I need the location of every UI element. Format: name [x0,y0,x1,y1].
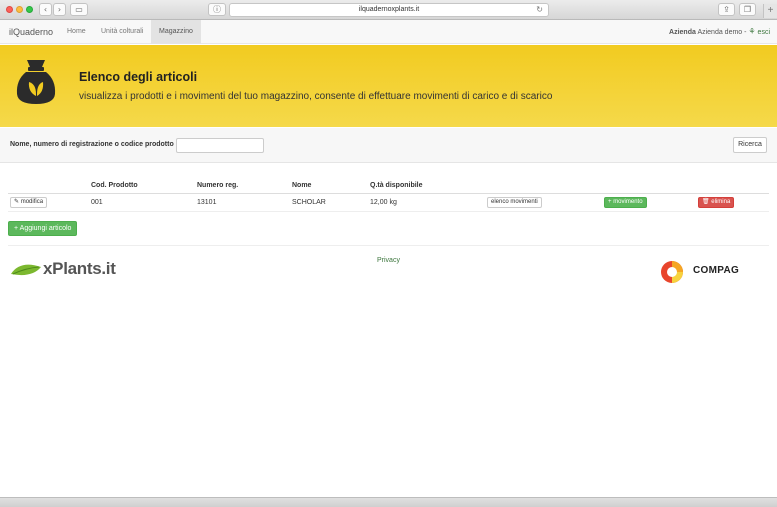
edit-button[interactable]: ✎ modifica [10,197,48,208]
sidebar-toggle-button[interactable]: ▭ [70,3,88,16]
brand[interactable]: ilQuaderno [9,20,53,44]
logout-icon[interactable]: ⚘ [748,27,755,36]
chevron-left-icon: ‹ [43,5,48,14]
privacy-link[interactable]: Privacy [377,257,400,264]
tabs-icon: ❐ [743,5,752,14]
trash-icon: 🗑 [702,199,710,205]
nav-magazzino[interactable]: Magazzino [151,20,201,44]
nav-unita-colturali[interactable]: Unità colturali [93,20,151,44]
url-text: ilquadernoxplants.it [358,6,420,13]
column-header-qty: Q.tà disponibile [370,182,423,189]
nav-home[interactable]: Home [59,20,94,44]
close-window-button[interactable] [6,6,13,13]
sidebar-icon: ▭ [75,5,83,14]
site-info-button[interactable]: ⓘ [208,3,226,16]
info-icon: ⓘ [213,5,221,14]
search-input[interactable] [176,138,264,153]
cell-name: SCHOLAR [292,199,326,206]
search-form: Nome, numero di registrazione o codice p… [0,128,777,163]
cell-code: 001 [91,199,103,206]
new-tab-button[interactable]: + [763,4,777,18]
delete-button[interactable]: 🗑 elimina [698,197,735,208]
reload-icon[interactable]: ↻ [536,4,543,16]
company-name: Azienda demo - [697,29,747,36]
column-header-reg: Numero reg. [197,182,239,189]
chevron-right-icon: › [57,5,62,14]
plus-icon: + [608,199,612,205]
forward-button[interactable]: › [53,3,66,16]
pencil-icon: ✎ [14,199,20,205]
content-divider [8,245,769,246]
minimize-window-button[interactable] [16,6,23,13]
cell-qty: 12,00 kg [370,199,397,206]
company-label: Azienda [669,29,696,36]
address-bar[interactable]: ilquadernoxplants.it ↻ [229,3,549,17]
table-header-divider [8,193,769,194]
cell-reg: 13101 [197,199,217,206]
tabs-button[interactable]: ❐ [739,3,756,16]
movements-list-button[interactable]: elenco movimenti [487,197,542,208]
leaf-icon [11,264,41,276]
page-subtitle: visualizza i prodotti e i movimenti del … [79,91,553,102]
back-button[interactable]: ‹ [39,3,52,16]
logout-link[interactable]: esci [758,29,770,36]
column-header-name: Nome [292,182,312,189]
table-row-divider [8,211,769,212]
share-icon: ⇪ [723,5,730,14]
search-button[interactable]: Ricerca [733,137,767,153]
page-title: Elenco degli articoli [79,70,198,84]
column-header-code: Cod. Prodotto [91,182,138,189]
sack-icon [16,60,56,104]
search-label: Nome, numero di registrazione o codice p… [10,141,174,148]
navbar: ilQuaderno Home Unità colturali Magazzin… [0,20,777,44]
add-movement-button[interactable]: + movimento [604,197,647,208]
add-article-button[interactable]: + Aggiungi articolo [8,221,78,236]
zoom-window-button[interactable] [26,6,33,13]
plus-icon: + [14,225,19,232]
company-info: Azienda Azienda demo - ⚘ esci [669,20,770,45]
compag-mark-icon [661,261,683,283]
browser-toolbar: ‹ › ▭ ⓘ ilquadernoxplants.it ↻ ⇪ ❐ + [0,0,777,20]
share-button[interactable]: ⇪ [718,3,735,16]
browser-status-bar [0,497,777,507]
page-header: Elenco degli articoli visualizza i prodo… [0,45,777,127]
